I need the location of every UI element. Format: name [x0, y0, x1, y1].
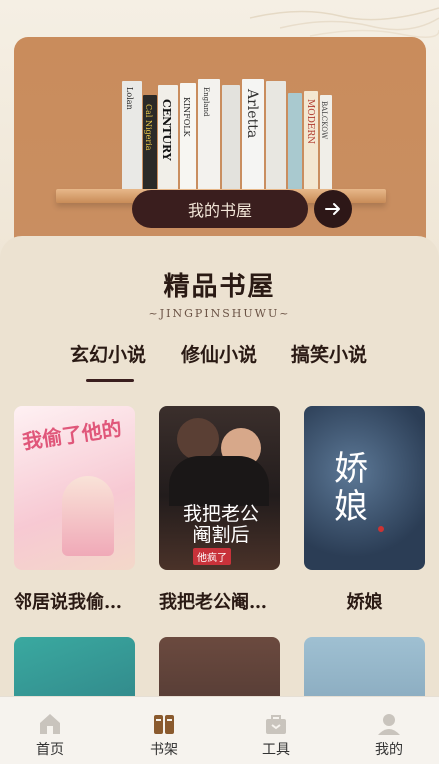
cover-illustration [62, 476, 114, 556]
book-spines: Lolan Cal Nigeria CENTURY KINFOLK Englan… [122, 79, 332, 191]
book-cover[interactable]: 我偷了他的 [14, 406, 135, 570]
nav-bookshelf[interactable]: 书架 [109, 697, 219, 764]
toolbox-icon [266, 715, 286, 734]
spine-text: Arletta [244, 89, 260, 139]
spine-text: KINFOLK [182, 97, 191, 137]
tab-gaoxiao[interactable]: 搞笑小说 [291, 340, 367, 367]
book-cover[interactable]: 娇娘 [304, 406, 425, 570]
spine-text: BALCKOW [320, 101, 328, 140]
arrow-right-button[interactable] [314, 190, 352, 228]
cover-illustration [177, 418, 219, 460]
cover-illustration [169, 456, 269, 506]
cover-title-text: 我偷了他的 [20, 416, 124, 454]
featured-panel: 精品书屋 ~JINGPINSHUWU~ 玄幻小说 修仙小说 搞笑小说 我偷了他的… [0, 236, 439, 696]
nav-label: 我的 [375, 742, 403, 758]
nav-profile[interactable]: 我的 [334, 697, 439, 764]
user-icon [378, 714, 400, 735]
tab-xuanhuan[interactable]: 玄幻小说 [70, 340, 146, 367]
book-cover[interactable] [159, 637, 280, 696]
book-title[interactable]: 我把老公阉… [159, 588, 289, 614]
book-title[interactable]: 娇娘 [304, 588, 425, 614]
nav-tools[interactable]: 工具 [221, 697, 331, 764]
cover-title-text: 我把老公阉割后 [182, 503, 259, 546]
book-cover[interactable] [304, 637, 425, 696]
section-subtitle: ~JINGPINSHUWU~ [148, 307, 291, 320]
arrow-right-icon [325, 203, 340, 215]
spine-text: Lolan [125, 87, 134, 110]
book-cover[interactable]: 我把老公阉割后 他疯了 [159, 406, 280, 570]
decorative-wave [249, 7, 439, 38]
tab-xiuxian[interactable]: 修仙小说 [181, 340, 257, 367]
nav-label: 书架 [150, 742, 178, 758]
home-icon [40, 714, 60, 734]
book-title[interactable]: 邻居说我偷… [14, 588, 144, 614]
nav-label: 首页 [36, 742, 64, 758]
cover-title-text: 娇娘 [334, 449, 368, 527]
active-tab-indicator [86, 379, 134, 382]
my-shelf-button[interactable]: 我的书屋 [132, 190, 308, 228]
nav-label: 工具 [262, 742, 290, 758]
section-title: 精品书屋 [163, 272, 276, 302]
spine-text: England [202, 87, 210, 117]
bookshelf-icon [154, 715, 174, 734]
cover-badge: 他疯了 [193, 548, 231, 565]
nav-home[interactable]: 首页 [0, 697, 105, 764]
book-cover[interactable] [14, 637, 135, 696]
bottom-nav: 首页 书架 工具 我的 [0, 696, 439, 764]
spine-text: CENTURY [160, 99, 173, 161]
spine-text: Cal Nigeria [144, 104, 153, 151]
cover-illustration [378, 526, 384, 532]
spine-text: MODERN [305, 99, 315, 145]
